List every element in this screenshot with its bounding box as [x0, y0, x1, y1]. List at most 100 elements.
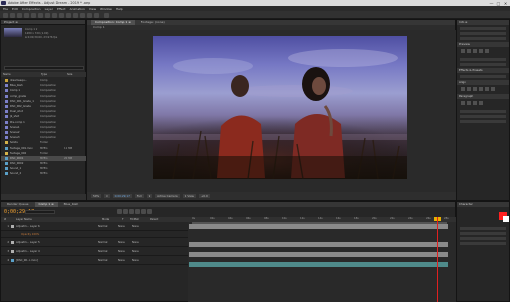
scale-field[interactable]	[460, 242, 506, 245]
exposure[interactable]: +0.0	[198, 194, 210, 198]
column-type[interactable]: Type	[39, 72, 65, 77]
layer-parent-dropdown[interactable]: None	[132, 259, 162, 262]
frame-blending-icon[interactable]	[135, 209, 140, 214]
layer-label-swatch[interactable]	[11, 258, 14, 262]
label-color-swatch[interactable]	[5, 172, 8, 176]
paragraph-indent[interactable]	[460, 115, 506, 118]
column-size[interactable]: Size	[65, 72, 72, 77]
preview-option[interactable]	[460, 58, 506, 61]
layer-name[interactable]: Adjustm... Layer 4	[16, 250, 64, 253]
character-tab[interactable]: Character	[457, 202, 509, 207]
align-center-icon[interactable]	[467, 87, 471, 91]
layer-mode-dropdown[interactable]: Normal	[98, 225, 118, 228]
tab-render-queue[interactable]: Render Queue	[3, 202, 33, 207]
paragraph-indent[interactable]	[460, 110, 506, 113]
layer-name[interactable]: Adjustm... Layer 6	[16, 225, 64, 228]
menu-effect[interactable]: Effect	[57, 7, 66, 11]
last-frame-icon[interactable]	[485, 49, 489, 53]
layer-row[interactable]: 1 Adjustm... Layer 6 Normal None None	[1, 222, 188, 231]
zoom-dropdown[interactable]: ▾	[104, 194, 110, 198]
draft-3d-icon[interactable]	[123, 209, 128, 214]
align-right-icon[interactable]	[473, 87, 477, 91]
project-list-item[interactable]: Sound_2 MPEG	[1, 171, 87, 176]
column-name[interactable]: Name	[1, 72, 39, 77]
tracking-field[interactable]	[460, 237, 506, 240]
info-tab[interactable]: Info ≡	[457, 20, 509, 25]
layer-trkmat-dropdown[interactable]: None	[118, 241, 132, 244]
menu-help[interactable]: Help	[116, 7, 123, 11]
layer-mode-dropdown[interactable]: Normal	[98, 241, 118, 244]
layer-name[interactable]: Adjustm... Layer 5	[16, 241, 64, 244]
menu-composition[interactable]: Composition	[22, 7, 41, 11]
layer-trkmat-dropdown[interactable]: None	[118, 225, 132, 228]
selection-tool-icon[interactable]	[3, 12, 8, 18]
leading-field[interactable]	[460, 232, 506, 235]
menu-window[interactable]: Window	[100, 7, 112, 11]
label-color-swatch[interactable]	[5, 79, 8, 83]
label-color-swatch[interactable]	[5, 130, 8, 134]
label-color-swatch[interactable]	[5, 120, 8, 124]
layer-parent-dropdown[interactable]: None	[132, 250, 162, 253]
resolution-dropdown[interactable]: ▾	[146, 194, 153, 198]
effects-search-input[interactable]	[460, 75, 506, 78]
preview-option[interactable]	[460, 63, 506, 66]
label-color-swatch[interactable]	[5, 110, 8, 114]
project-tab[interactable]: Project ≡	[1, 20, 85, 25]
layer-duration-bar[interactable]	[189, 224, 448, 229]
label-color-swatch[interactable]	[5, 105, 8, 109]
layer-label-swatch[interactable]	[11, 240, 14, 244]
shy-layers-icon[interactable]	[129, 209, 134, 214]
paragraph-align-icon[interactable]	[473, 101, 477, 105]
roto-brush-tool-icon[interactable]	[87, 12, 92, 18]
label-color-swatch[interactable]	[5, 141, 8, 145]
eraser-tool-icon[interactable]	[80, 12, 85, 18]
layer-name[interactable]: [DSC_00...l.mov]	[16, 259, 64, 262]
video-frame[interactable]	[153, 36, 407, 179]
puppet-tool-icon[interactable]	[94, 12, 99, 18]
type-tool-icon[interactable]	[59, 12, 64, 18]
timeline-tracks[interactable]: 0s 02s 04s 06s 08s 10s 12s 14s 16s 18s 20s 22s 24s 26…	[188, 217, 457, 302]
align-middle-icon[interactable]	[485, 87, 489, 91]
label-color-swatch[interactable]	[5, 156, 8, 160]
rotate-tool-icon[interactable]	[24, 12, 29, 18]
comp-flowchart-icon[interactable]	[117, 209, 122, 214]
align-top-icon[interactable]	[479, 87, 483, 91]
menu-edit[interactable]: Edit	[12, 7, 18, 11]
tab-blue-bleh[interactable]: Blue_bleh	[60, 202, 83, 207]
menu-view[interactable]: View	[89, 7, 96, 11]
tab-comp-1[interactable]: Comp 1 ≡	[34, 202, 58, 207]
current-time[interactable]: 0;00;29;17	[112, 194, 132, 198]
layer-duration-bar[interactable]	[189, 242, 448, 247]
effects-presets-tab[interactable]: Effects & Presets	[457, 68, 509, 73]
pen-tool-icon[interactable]	[52, 12, 57, 18]
label-color-swatch[interactable]	[5, 115, 8, 119]
layer-mode-dropdown[interactable]: Normal	[98, 250, 118, 253]
view-layout[interactable]: 1 View	[182, 194, 196, 198]
label-color-swatch[interactable]	[5, 84, 8, 88]
layer-row[interactable]: 2 Adjustm... Layer 5 Normal None None	[1, 238, 188, 247]
current-time-indicator[interactable]	[437, 217, 438, 302]
camera-tool-icon[interactable]	[31, 12, 36, 18]
paragraph-align-icon[interactable]	[467, 101, 471, 105]
clone-stamp-tool-icon[interactable]	[73, 12, 78, 18]
close-button[interactable]: ✕	[502, 1, 509, 6]
layer-row[interactable]: 3 Adjustm... Layer 4 Normal None None	[1, 247, 188, 256]
paragraph-spacing[interactable]	[460, 120, 506, 123]
layer-trkmat-dropdown[interactable]: None	[118, 259, 132, 262]
paragraph-align-icon[interactable]	[461, 101, 465, 105]
composition-viewer[interactable]	[87, 30, 457, 194]
timeline-search-input[interactable]	[25, 210, 55, 214]
zoom-tool-icon[interactable]	[17, 12, 22, 18]
layer-parent-dropdown[interactable]: None	[132, 225, 162, 228]
layer-trkmat-dropdown[interactable]: None	[118, 250, 132, 253]
prev-frame-icon[interactable]	[467, 49, 471, 53]
layer-duration-bar[interactable]	[189, 252, 448, 257]
label-color-swatch[interactable]	[5, 99, 8, 103]
layer-parent-dropdown[interactable]: None	[132, 241, 162, 244]
paragraph-justify-icon[interactable]	[479, 101, 483, 105]
pan-behind-tool-icon[interactable]	[38, 12, 43, 18]
zoom-level[interactable]: 50%	[91, 194, 102, 198]
axis-mode-icon[interactable]	[104, 12, 109, 18]
menu-file[interactable]: File	[3, 7, 8, 11]
graph-editor-icon[interactable]	[147, 209, 152, 214]
